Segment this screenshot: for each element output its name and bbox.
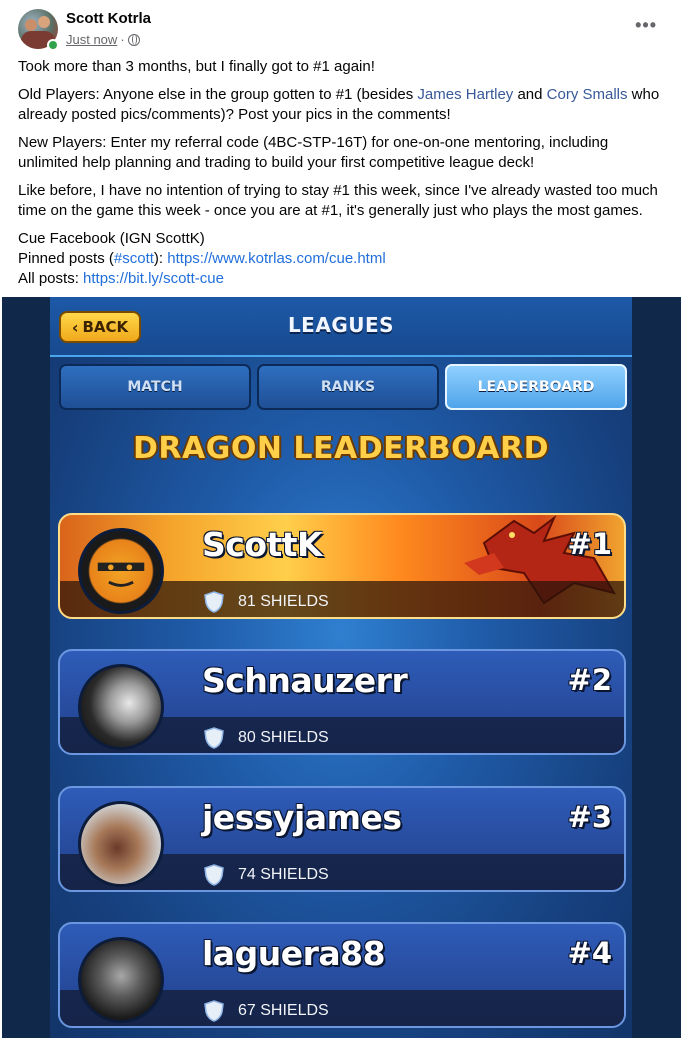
player-name: laguera88	[202, 934, 386, 973]
paragraph-3: New Players: Enter my referral code (4BC…	[18, 134, 609, 171]
shield-count: 80 SHIELDS	[238, 729, 329, 746]
post-text: Took more than 3 months, but I finally g…	[18, 57, 670, 289]
author-name[interactable]: Scott Kotrla	[66, 10, 151, 27]
game-screenshot[interactable]: ‹ BACK LEAGUES MATCH RANKS LEADERBOARD D…	[2, 297, 681, 1038]
shield-count: 81 SHIELDS	[238, 593, 329, 610]
hashtag-scott[interactable]: #scott	[114, 250, 154, 267]
player-name: Schnauzerr	[202, 661, 408, 700]
online-status-icon	[47, 39, 59, 51]
link-bitly[interactable]: https://bit.ly/scott-cue	[83, 270, 224, 287]
player-rank: #4	[567, 936, 612, 970]
line-pinned: Pinned posts (#scott): https://www.kotrl…	[18, 250, 386, 267]
paragraph-1: Took more than 3 months, but I finally g…	[18, 58, 375, 75]
mention-james-hartley[interactable]: James Hartley	[417, 86, 513, 103]
shield-icon	[204, 1000, 224, 1022]
shield-icon	[204, 864, 224, 886]
player-avatar	[78, 801, 164, 887]
shield-icon	[204, 591, 224, 613]
player-rank: #1	[567, 527, 612, 561]
post-timestamp[interactable]: Just now	[66, 32, 117, 47]
tab-leaderboard: LEADERBOARD	[445, 364, 627, 410]
player-rank: #3	[567, 800, 612, 834]
facebook-post: Scott Kotrla Just now · ••• Took more th…	[0, 0, 681, 1038]
globe-icon[interactable]	[127, 33, 140, 46]
shield-count: 67 SHIELDS	[238, 1002, 329, 1019]
player-avatar	[78, 937, 164, 1023]
leaderboard-entry: Schnauzerr #2 80 SHIELDS	[58, 649, 626, 755]
leaderboard-entry: ScottK #1 81 SHIELDS	[58, 513, 626, 619]
player-name: jessyjames	[202, 798, 402, 837]
tab-match: MATCH	[59, 364, 251, 410]
shield-icon	[204, 727, 224, 749]
line-all-posts: All posts: https://bit.ly/scott-cue	[18, 270, 224, 287]
player-avatar	[78, 528, 164, 614]
leaderboard-entry: laguera88 #4 67 SHIELDS	[58, 922, 626, 1028]
mention-cory-smalls[interactable]: Cory Smalls	[547, 86, 628, 103]
game-topbar: ‹ BACK LEAGUES	[50, 297, 632, 357]
game-screen: ‹ BACK LEAGUES MATCH RANKS LEADERBOARD D…	[50, 297, 632, 1038]
player-rank: #2	[567, 663, 612, 697]
shield-count: 74 SHIELDS	[238, 866, 329, 883]
meta-separator: ·	[120, 32, 125, 47]
paragraph-2: Old Players: Anyone else in the group go…	[18, 86, 660, 123]
more-options-icon[interactable]: •••	[635, 15, 657, 36]
post-header: Scott Kotrla Just now · •••	[18, 9, 663, 51]
player-avatar	[78, 664, 164, 750]
link-kotrlas[interactable]: https://www.kotrlas.com/cue.html	[167, 250, 385, 267]
board-title: DRAGON LEADERBOARD	[132, 431, 549, 466]
leaderboard-entry: jessyjames #3 74 SHIELDS	[58, 786, 626, 892]
tab-ranks: RANKS	[257, 364, 439, 410]
post-meta: Just now ·	[66, 32, 140, 47]
paragraph-4: Like before, I have no intention of tryi…	[18, 182, 658, 219]
player-name: ScottK	[202, 525, 323, 564]
line-ign: Cue Facebook (IGN ScottK)	[18, 230, 205, 247]
leagues-title: LEAGUES	[287, 313, 395, 337]
